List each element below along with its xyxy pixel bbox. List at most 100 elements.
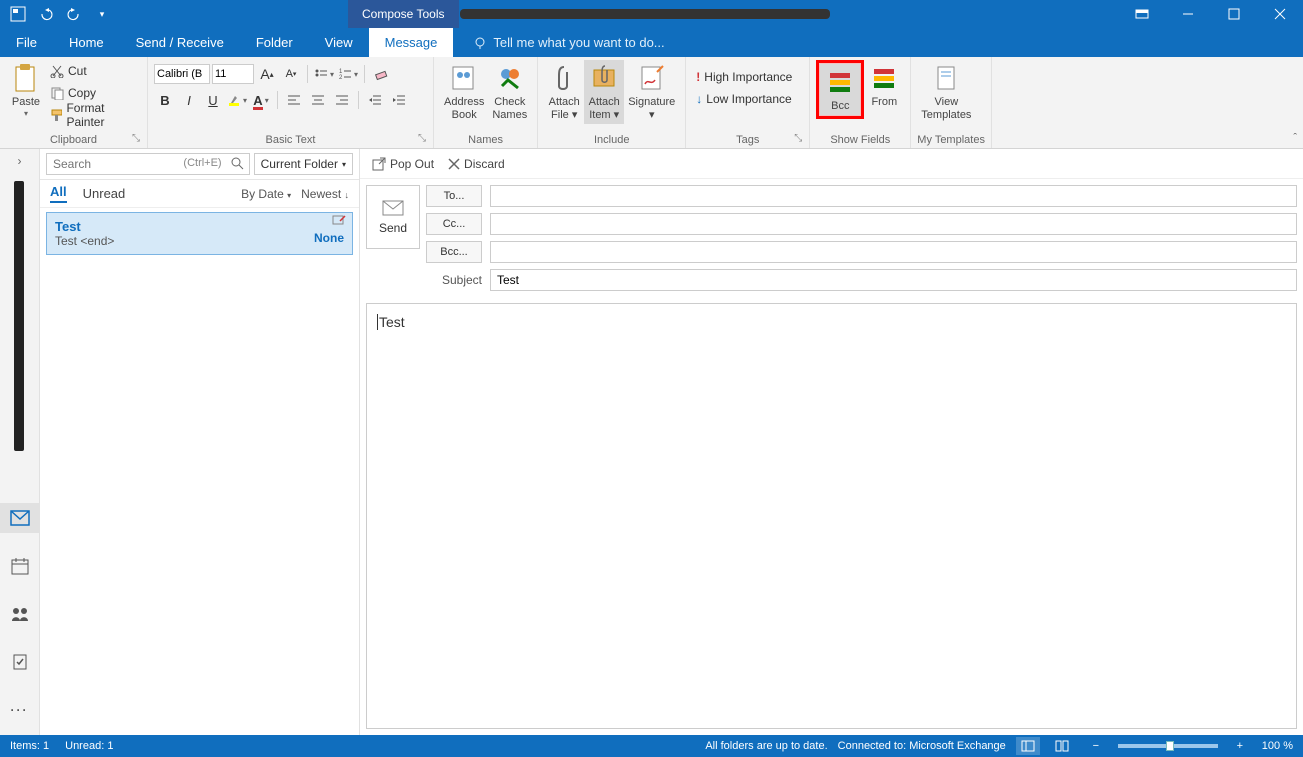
sort-by-date-button[interactable]: By Date ▾ [241, 187, 291, 201]
shrink-font-button[interactable]: A▾ [280, 63, 302, 85]
tab-home[interactable]: Home [53, 28, 120, 57]
status-bar: Items: 1 Unread: 1 All folders are up to… [0, 735, 1303, 757]
tell-me-search[interactable]: Tell me what you want to do... [453, 28, 664, 57]
minimize-button[interactable] [1165, 0, 1211, 28]
nav-rail: › ··· [0, 149, 40, 735]
bcc-field-button[interactable]: Bcc [820, 64, 860, 115]
decrease-indent-button[interactable] [364, 89, 386, 111]
filter-unread-tab[interactable]: Unread [83, 186, 126, 201]
close-button[interactable] [1257, 0, 1303, 28]
clear-formatting-button[interactable] [370, 63, 392, 85]
signature-icon [636, 62, 668, 94]
more-nav-button[interactable]: ··· [0, 695, 40, 725]
expand-folder-pane-button[interactable]: › [0, 149, 39, 173]
italic-button[interactable]: I [178, 89, 200, 111]
cc-input[interactable] [490, 213, 1297, 235]
undo-button[interactable] [36, 4, 56, 24]
qat-customize-button[interactable]: ▾ [92, 4, 112, 24]
cc-picker-button[interactable]: Cc... [426, 213, 482, 235]
check-names-button[interactable]: Check Names [488, 60, 531, 124]
underline-button[interactable]: U [202, 89, 224, 111]
collapsed-folder-bar[interactable] [14, 181, 24, 451]
discard-icon [448, 158, 460, 170]
maximize-button[interactable] [1211, 0, 1257, 28]
people-nav-button[interactable] [0, 599, 40, 629]
attach-item-icon [588, 62, 620, 94]
grow-font-button[interactable]: A▴ [256, 63, 278, 85]
align-right-button[interactable] [331, 89, 353, 111]
indent-icon [392, 94, 406, 106]
attach-file-button[interactable]: Attach File ▾ [544, 60, 584, 124]
bcc-picker-button[interactable]: Bcc... [426, 241, 482, 263]
search-scope-dropdown[interactable]: Current Folder▾ [254, 153, 353, 175]
context-tab-compose-tools: Compose Tools [348, 0, 459, 28]
send-button[interactable]: Send [366, 185, 420, 249]
search-shortcut-label: (Ctrl+E) [183, 157, 221, 169]
signature-button[interactable]: Signature ▾ [624, 60, 679, 124]
subject-input[interactable] [490, 269, 1297, 291]
to-picker-button[interactable]: To... [426, 185, 482, 207]
attach-file-icon [548, 62, 580, 94]
attach-item-button[interactable]: Attach Item ▾ [584, 60, 624, 124]
align-center-icon [311, 94, 325, 106]
filter-all-tab[interactable]: All [50, 184, 67, 203]
address-book-button[interactable]: Address Book [440, 60, 488, 124]
increase-indent-button[interactable] [388, 89, 410, 111]
app-icon [8, 4, 28, 24]
cut-button[interactable]: Cut [46, 60, 141, 82]
view-reading-button[interactable] [1050, 737, 1074, 755]
ribbon: Paste ▾ Cut Copy Format Painter Clipboar… [0, 57, 1303, 149]
ribbon-display-button[interactable] [1119, 0, 1165, 28]
paste-button[interactable]: Paste ▾ [6, 60, 46, 121]
bcc-input[interactable] [490, 241, 1297, 263]
from-field-button[interactable]: From [864, 60, 904, 111]
calendar-nav-button[interactable] [0, 551, 40, 581]
format-painter-button[interactable]: Format Painter [46, 104, 141, 126]
view-templates-button[interactable]: View Templates [917, 60, 975, 124]
draft-indicator-icon [332, 215, 346, 227]
address-book-icon [448, 62, 480, 94]
bold-button[interactable]: B [154, 89, 176, 111]
search-icon[interactable] [230, 156, 244, 170]
numbering-button[interactable]: 12 [337, 63, 359, 85]
message-body-editor[interactable]: Test [366, 303, 1297, 729]
font-size-input[interactable] [212, 64, 254, 84]
discard-button[interactable]: Discard [448, 157, 505, 171]
zoom-in-button[interactable]: + [1228, 737, 1252, 755]
to-input[interactable] [490, 185, 1297, 207]
zoom-slider[interactable] [1118, 744, 1218, 748]
collapse-ribbon-button[interactable]: ˆ [1293, 132, 1297, 144]
compose-pane: Pop Out Discard Send To... Cc... [360, 149, 1303, 735]
font-name-input[interactable] [154, 64, 210, 84]
tasks-nav-button[interactable] [0, 647, 40, 677]
message-date: None [314, 231, 344, 245]
basictext-launcher[interactable]: ⤡ [418, 133, 430, 145]
tab-send-receive[interactable]: Send / Receive [120, 28, 240, 57]
high-importance-button[interactable]: ! High Importance [692, 66, 796, 88]
main-area: › ··· (Ctrl+E) Current Folder▾ All Unrea… [0, 149, 1303, 735]
message-list-pane: (Ctrl+E) Current Folder▾ All Unread By D… [40, 149, 360, 735]
tab-folder[interactable]: Folder [240, 28, 309, 57]
highlight-button[interactable] [226, 89, 248, 111]
mail-nav-button[interactable] [0, 503, 40, 533]
zoom-out-button[interactable]: − [1084, 737, 1108, 755]
sort-newest-button[interactable]: Newest ↓ [301, 187, 349, 201]
bullets-button[interactable] [313, 63, 335, 85]
view-normal-button[interactable] [1016, 737, 1040, 755]
bullets-icon [314, 67, 328, 81]
tab-message[interactable]: Message [369, 28, 454, 57]
redo-button[interactable] [64, 4, 84, 24]
copy-icon [50, 86, 64, 100]
tab-file[interactable]: File [0, 28, 53, 57]
clipboard-launcher[interactable]: ⤡ [132, 133, 144, 145]
font-color-button[interactable]: A [250, 89, 272, 111]
tags-launcher[interactable]: ⤡ [794, 133, 806, 145]
align-right-icon [335, 94, 349, 106]
low-importance-button[interactable]: ↓ Low Importance [692, 88, 795, 110]
tab-view[interactable]: View [309, 28, 369, 57]
pop-out-button[interactable]: Pop Out [372, 157, 434, 171]
message-item[interactable]: Test Test <end> None [46, 212, 353, 255]
align-center-button[interactable] [307, 89, 329, 111]
align-left-button[interactable] [283, 89, 305, 111]
tell-me-label: Tell me what you want to do... [493, 35, 664, 50]
